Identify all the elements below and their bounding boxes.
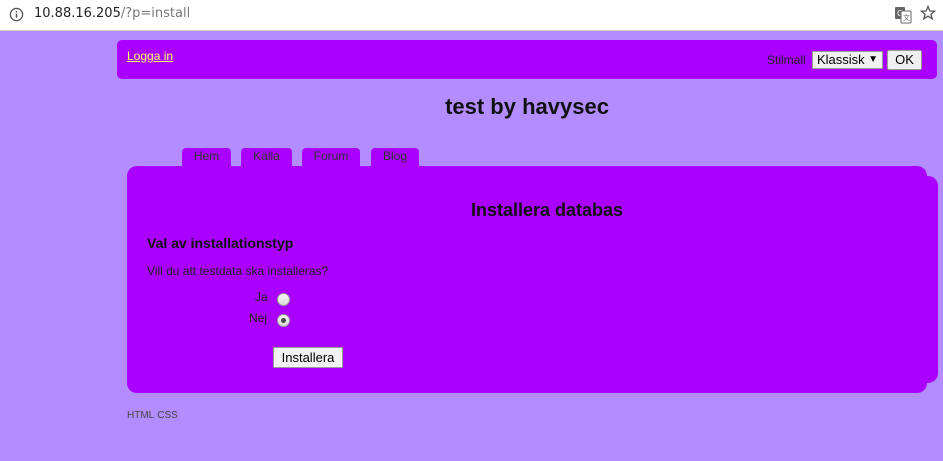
install-button[interactable]: Installera <box>273 347 343 368</box>
radio-label-nej: Nej <box>249 311 268 325</box>
bookmark-star-icon[interactable] <box>920 5 936 21</box>
translate-icon[interactable]: G 文 <box>894 6 912 24</box>
tab-hem[interactable]: Hem <box>182 148 231 168</box>
style-label: Stilmall <box>767 53 806 67</box>
footer-html-link[interactable]: HTML <box>127 410 154 421</box>
style-select[interactable]: Klassisk ▼ <box>812 51 883 69</box>
url-path: /?p=install <box>120 6 191 21</box>
site-title: test by havysec <box>445 94 609 119</box>
testdata-question: Vill du att testdata ska installeras? <box>147 264 329 278</box>
svg-text:文: 文 <box>903 13 910 22</box>
dropdown-arrow-icon: ▼ <box>868 54 878 65</box>
tab-blog[interactable]: Blog <box>371 148 419 168</box>
browser-address-bar: 10.88.16.205/?p=install G 文 <box>0 0 943 31</box>
radio-ja[interactable] <box>277 293 290 306</box>
section-heading: Val av installationstyp <box>147 235 294 251</box>
url-host: 10.88.16.205 <box>34 6 121 21</box>
install-title: Installera databas <box>470 200 624 220</box>
login-link[interactable]: Logga in <box>127 49 173 63</box>
info-icon[interactable] <box>9 7 24 22</box>
footer-css-link[interactable]: CSS <box>157 410 178 421</box>
footer: HTML CSS <box>127 410 181 421</box>
install-panel: Installera databas Val av installationst… <box>127 166 927 393</box>
tab-forum[interactable]: Forum <box>302 148 360 168</box>
url-field[interactable]: 10.88.16.205/?p=install <box>34 6 190 21</box>
style-select-value: Klassisk <box>817 52 865 67</box>
ok-button[interactable]: OK <box>887 50 922 70</box>
top-header-bar: Logga in Stilmall Klassisk ▼ OK <box>117 40 937 79</box>
radio-nej[interactable] <box>277 314 290 327</box>
tab-kalla[interactable]: Källa <box>241 148 292 168</box>
radio-label-ja: Ja <box>255 290 268 304</box>
